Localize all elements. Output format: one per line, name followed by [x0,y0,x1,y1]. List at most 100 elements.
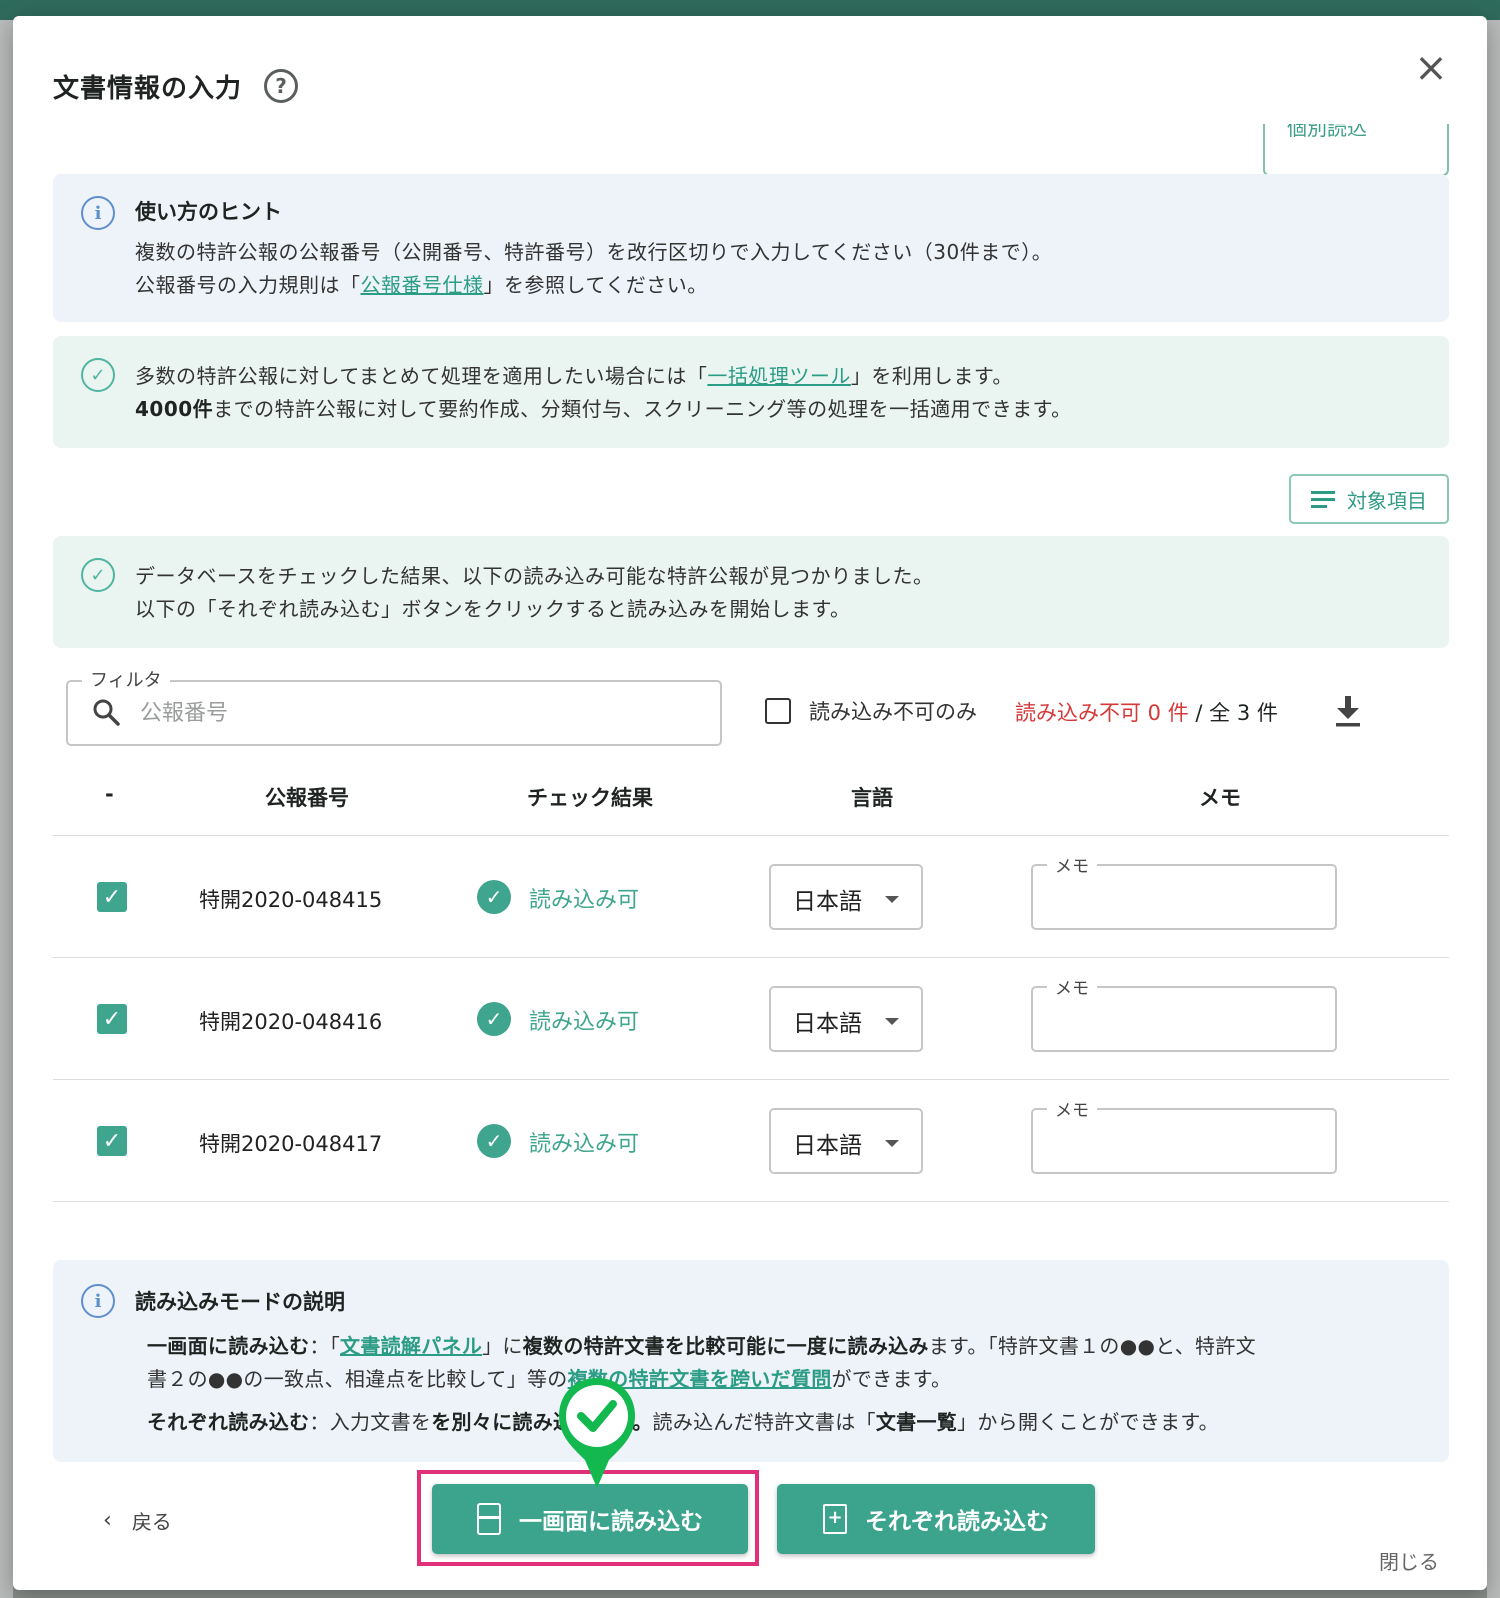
chevron-left-icon: ‹ [103,1508,112,1533]
language-select[interactable]: 日本語 [769,1108,923,1174]
publication-number: 特開2020-048416 [199,1010,383,1034]
caret-down-icon [885,896,899,903]
check-ok-icon: ✓ [477,1002,511,1036]
mode-text: 読み込んだ特許文書は「 [652,1410,876,1434]
check-circle-icon: ✓ [81,358,115,392]
check-status: 読み込み可 [529,1010,640,1035]
search-input[interactable] [140,692,700,734]
mode-text: ：入力文書を [309,1410,432,1434]
document-plus-icon: + [823,1504,847,1534]
check-ok-icon: ✓ [477,1124,511,1158]
language-value: 日本語 [793,1011,862,1037]
info-icon: i [81,1284,115,1318]
mode-text: 」から開くことができます。 [957,1410,1219,1434]
check-circle-icon: ✓ [81,558,115,592]
info-icon: i [81,196,115,230]
dialog-header: 文書情報の入力 ? [53,54,299,118]
mode-one-screen-line1: 一画面に読み込む：「文書読解パネル」に複数の特許文書を比較可能に一度に読み込みま… [147,1330,1256,1359]
batch-tool-link[interactable]: 一括処理ツール [707,364,851,388]
publication-number: 特開2020-048417 [199,1132,383,1156]
reading-panel-link[interactable]: 文書読解パネル [340,1334,482,1358]
column-header-memo: メモ [1199,786,1241,810]
mode-emphasis: 複数の特許文書を比較可能に一度に読み込み [522,1334,929,1358]
column-header-check-result: チェック結果 [527,786,653,810]
partial-load-button[interactable]: 個別読込 [1263,124,1449,176]
number-spec-link[interactable]: 公報番号仕様 [361,273,484,297]
result-hint-line1: データベースをチェックした結果、以下の読み込み可能な特許公報が見つかりました。 [135,564,934,588]
back-button[interactable]: ‹ 戻る [103,1506,172,1535]
load-one-screen-button[interactable]: 一画面に読み込む [432,1484,748,1554]
row-checkbox[interactable]: ✓ [97,1126,127,1156]
batch-hint-box: ✓ 多数の特許公報に対してまとめて処理を適用したい場合には「一括処理ツール」を利… [53,336,1449,448]
search-icon [93,699,120,726]
dialog-title: 文書情報の入力 [53,73,243,104]
memo-label: メモ [1047,852,1097,877]
batch-hint-text: 」を利用します。 [850,364,1013,388]
target-items-button[interactable]: 対象項目 [1289,474,1449,524]
column-header-select: - [105,782,114,806]
download-icon[interactable] [1333,694,1363,728]
split-panel-icon [477,1503,501,1535]
batch-hint-text: までの特許公報に対して要約作成、分類付与、スクリーニング等の処理を一括適用できま… [213,397,1072,421]
usage-hint-text: 」を参照してください。 [483,273,708,297]
mode-text: 」に [482,1334,523,1358]
row-checkbox[interactable]: ✓ [97,1004,127,1034]
table-row: ✓ 特開2020-048417 ✓ 読み込み可 日本語 メモ [53,1080,1449,1202]
table-header: - 公報番号 チェック結果 言語 メモ [53,758,1449,836]
table-row: ✓ 特開2020-048416 ✓ 読み込み可 日本語 メモ [53,958,1449,1080]
memo-field[interactable]: メモ [1031,974,1337,1052]
checkbox-empty-icon[interactable] [765,698,791,724]
close-button[interactable]: 閉じる [1379,1546,1439,1575]
mode-text: ：「 [309,1334,341,1358]
language-value: 日本語 [793,889,862,915]
mode-each-name: それぞれ読み込む [147,1410,310,1434]
load-one-screen-label: 一画面に読み込む [519,1509,703,1535]
load-counts: 読み込み不可 0 件 / 全 3 件 [1015,697,1278,727]
memo-label: メモ [1047,974,1097,999]
mode-one-screen-name: 一画面に読み込む [147,1334,310,1358]
caret-down-icon [885,1018,899,1025]
batch-limit: 4000件 [135,397,214,421]
language-select[interactable]: 日本語 [769,864,923,930]
usage-hint-title: 使い方のヒント [135,200,282,224]
language-select[interactable]: 日本語 [769,986,923,1052]
background-app-right [1487,20,1500,1598]
language-value: 日本語 [793,1133,862,1159]
load-each-button[interactable]: + それぞれ読み込む [777,1484,1095,1554]
usage-hint-line2: 公報番号の入力規則は「公報番号仕様」を参照してください。 [135,269,708,298]
column-header-number: 公報番号 [265,786,349,810]
batch-hint-line1: 多数の特許公報に対してまとめて処理を適用したい場合には「一括処理ツール」を利用し… [135,360,1013,389]
memo-field[interactable]: メモ [1031,1096,1337,1174]
check-status: 読み込み可 [529,888,640,913]
check-status: 読み込み可 [529,1132,640,1157]
mode-emphasis: を別々 [431,1410,493,1434]
mode-text: ができます。 [831,1367,952,1391]
mode-text: 書２の●●の一致点、相違点を比較して [147,1367,507,1391]
usage-hint-text: 公報番号の入力規則は「 [135,273,361,297]
table-row: ✓ 特開2020-048415 ✓ 読み込み可 日本語 メモ [53,836,1449,958]
target-items-label: 対象項目 [1347,488,1427,513]
result-hint-line2: 以下の「それぞれ読み込む」ボタンをクリックすると読み込みを開始します。 [135,597,851,621]
mode-explanation-box: i 読み込みモードの説明 一画面に読み込む：「文書読解パネル」に複数の特許文書を… [53,1260,1449,1462]
document-input-dialog: 文書情報の入力 ? × 個別読込 i 使い方のヒント 複数の特許公報の公報番号（… [13,16,1487,1590]
check-ok-icon: ✓ [477,880,511,914]
mode-emphasis: 文書一覧 [875,1410,958,1434]
filter-field[interactable]: フィルタ [66,666,722,746]
mode-each-line: それぞれ読み込む：入力文書をを別々に読み込みます。読み込んだ特許文書は「文書一覧… [147,1406,1219,1435]
help-icon[interactable]: ? [264,69,299,103]
back-label: 戻る [131,1510,172,1534]
load-each-label: それぞれ読み込む [865,1509,1049,1535]
batch-hint-line2: 4000件までの特許公報に対して要約作成、分類付与、スクリーニング等の処理を一括… [135,393,1072,422]
partial-load-button-label: 個別読込 [1287,124,1367,140]
mode-explanation-title: 読み込みモードの説明 [135,1290,345,1314]
row-checkbox[interactable]: ✓ [97,882,127,912]
publication-number: 特開2020-048415 [199,888,383,912]
close-icon[interactable]: × [1411,48,1451,88]
column-header-language: 言語 [851,786,893,810]
count-separator: / [1188,701,1210,725]
only-fail-checkbox[interactable]: 読み込み不可のみ [765,696,977,726]
usage-hint-box: i 使い方のヒント 複数の特許公報の公報番号（公開番号、特許番号）を改行区切りで… [53,174,1449,322]
memo-field[interactable]: メモ [1031,852,1337,930]
memo-label: メモ [1047,1096,1097,1121]
fail-count: 読み込み不可 0 件 [1015,701,1189,725]
